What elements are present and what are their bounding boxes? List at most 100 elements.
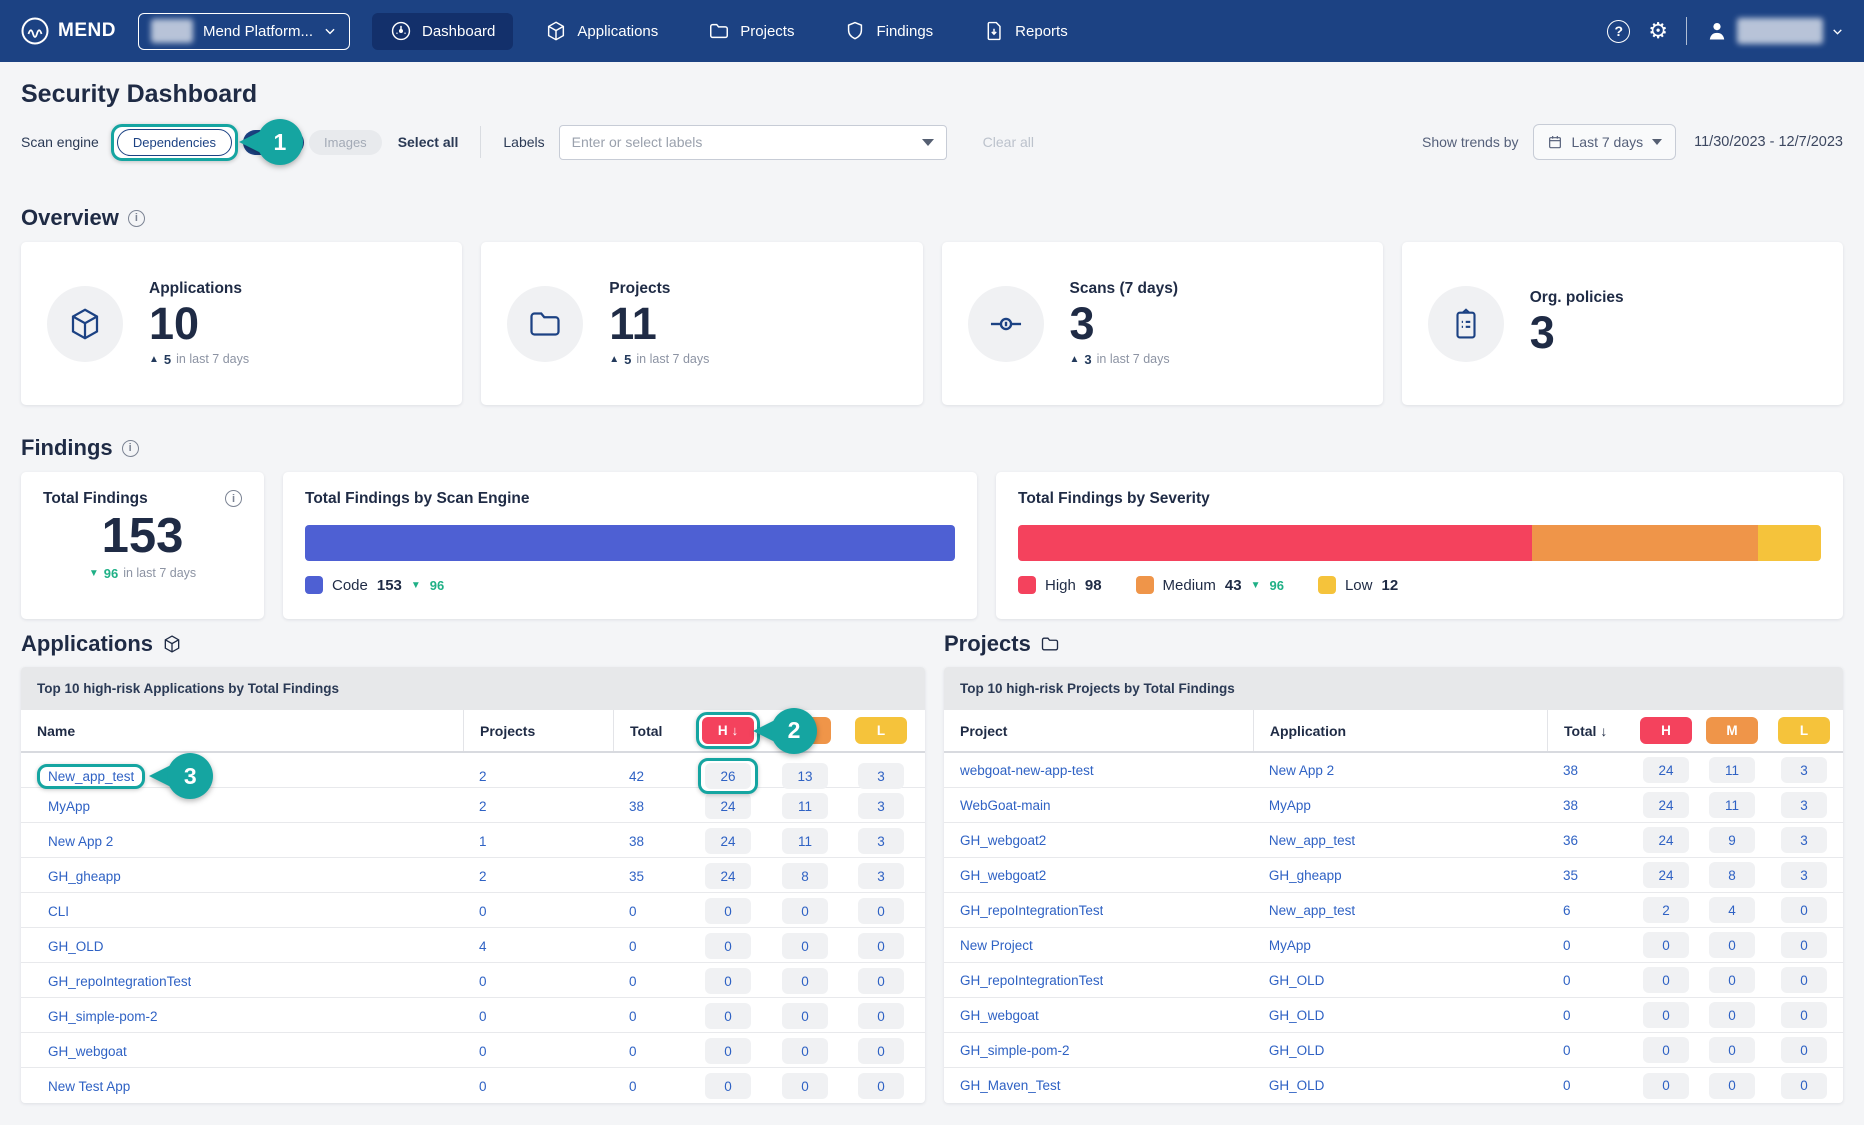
project-link[interactable]: GH_Maven_Test (960, 1078, 1061, 1093)
project-link[interactable]: GH_repoIntegrationTest (960, 903, 1103, 918)
labels-text-field[interactable] (572, 134, 922, 150)
project-name-cell: GH_Maven_Test (944, 1078, 1253, 1093)
engine-bar-segment-code[interactable] (305, 525, 955, 561)
application-link[interactable]: GH_OLD (1269, 973, 1325, 988)
project-link[interactable]: GH_webgoat2 (960, 868, 1046, 883)
low-sort-button[interactable]: L (855, 717, 907, 744)
tab-findings[interactable]: Findings (826, 13, 951, 50)
select-all-link[interactable]: Select all (398, 134, 459, 150)
application-link[interactable]: GH_gheapp (48, 869, 121, 884)
total-findings-value: 153 (43, 510, 242, 564)
clear-all-link[interactable]: Clear all (983, 134, 1034, 150)
high-cell: 0 (1633, 1002, 1699, 1028)
col-header-project[interactable]: Project (944, 710, 1253, 751)
application-cell: New App 2 (1253, 763, 1547, 778)
settings-button[interactable]: ⚙ (1648, 20, 1668, 42)
info-icon[interactable]: i (122, 440, 139, 457)
engine-pill-images[interactable]: Images (309, 130, 382, 155)
col-header-total[interactable]: Total↓ (1547, 710, 1633, 751)
high-cell: 24 (1633, 792, 1699, 818)
project-link[interactable]: GH_repoIntegrationTest (960, 973, 1103, 988)
application-link[interactable]: GH_OLD (1269, 1008, 1325, 1023)
project-link[interactable]: WebGoat-main (960, 798, 1051, 813)
table-row: New Test App 3 0 0 0 0 0 (21, 1068, 925, 1103)
application-link[interactable]: GH_OLD (1269, 1043, 1325, 1058)
table-row: GH_Maven_Test GH_OLD 0 0 0 0 (944, 1068, 1843, 1103)
application-link[interactable]: MyApp (1269, 798, 1311, 813)
dropdown-caret-icon[interactable] (922, 139, 934, 146)
high-sort-button[interactable]: H↓ (702, 717, 754, 744)
application-link[interactable]: New_app_test (1269, 903, 1355, 918)
tab-reports[interactable]: Reports (965, 13, 1086, 50)
date-range-text: 11/30/2023 - 12/7/2023 (1694, 134, 1843, 150)
total-cell: 0 (613, 974, 683, 989)
user-menu[interactable] (1705, 18, 1844, 44)
project-link[interactable]: GH_webgoat2 (960, 833, 1046, 848)
trend-down-icon: ▼ (89, 568, 99, 579)
application-link[interactable]: New App 2 (1269, 763, 1334, 778)
total-findings-card: Total Findings i 153 ▼ 96 in last 7 days (21, 472, 264, 619)
info-icon[interactable]: i (128, 210, 145, 227)
medium-cell: 0 (1699, 1002, 1765, 1028)
application-link[interactable]: GH_webgoat (48, 1044, 127, 1059)
application-link[interactable]: MyApp (1269, 938, 1311, 953)
application-link[interactable]: GH_OLD (1269, 1078, 1325, 1093)
engine-pill-dependencies[interactable]: Dependencies (117, 129, 232, 156)
table-row: GH_webgoat2 New_app_test 36 24 9 3 (944, 823, 1843, 858)
application-link[interactable]: New App 2 (48, 834, 113, 849)
medium-cell: 0 (773, 1038, 837, 1064)
col-header-name[interactable]: Name (21, 710, 463, 751)
application-link[interactable]: GH_simple-pom-2 (48, 1009, 158, 1024)
project-link[interactable]: GH_webgoat (960, 1008, 1039, 1023)
application-link[interactable]: GH_OLD (48, 939, 104, 954)
project-link[interactable]: GH_simple-pom-2 (960, 1043, 1070, 1058)
project-link[interactable]: webgoat-new-app-test (960, 763, 1094, 778)
table-row: New App 2 3 1 38 24 11 3 (21, 823, 925, 858)
annotation-highlight-app-name: CLI (37, 899, 80, 924)
total-cell: 0 (613, 939, 683, 954)
project-link[interactable]: New Project (960, 938, 1033, 953)
col-header-application[interactable]: Application (1253, 710, 1547, 751)
application-link[interactable]: New Test App (48, 1079, 130, 1094)
date-range-dropdown[interactable]: Last 7 days (1533, 124, 1677, 160)
high-sort-button[interactable]: H (1640, 717, 1692, 744)
application-link[interactable]: GH_repoIntegrationTest (48, 974, 191, 989)
high-cell: 0 (1633, 1037, 1699, 1063)
col-header-projects[interactable]: Projects (463, 710, 613, 751)
col-header-total[interactable]: Total (613, 710, 683, 751)
projects-table-body: webgoat-new-app-test New App 2 38 24 11 … (944, 753, 1843, 1103)
annotation-highlight-high-value: 0 (698, 998, 758, 1034)
medium-sort-button[interactable]: M (1706, 717, 1758, 744)
projects-count-cell: 1 (463, 834, 613, 849)
help-button[interactable]: ? (1607, 20, 1630, 43)
application-name-cell: GH_webgoat 3 (21, 1039, 463, 1064)
application-link[interactable]: New_app_test (48, 769, 134, 784)
total-cell: 0 (1547, 973, 1633, 988)
projects-count-cell: 0 (463, 974, 613, 989)
projects-count-cell: 0 (463, 1009, 613, 1024)
low-sort-button[interactable]: L (1778, 717, 1830, 744)
labels-input[interactable] (559, 125, 947, 160)
application-link[interactable]: New_app_test (1269, 833, 1355, 848)
trend-up-icon: ▲ (1070, 354, 1080, 365)
severity-bar-segment-high[interactable] (1018, 525, 1532, 561)
application-link[interactable]: CLI (48, 904, 69, 919)
projects-count-cell: 2 (463, 769, 613, 784)
info-icon[interactable]: i (225, 490, 242, 507)
total-cell: 0 (613, 1079, 683, 1094)
tab-projects[interactable]: Projects (690, 13, 812, 50)
annotation-highlight-app-name: New Test App (37, 1074, 141, 1099)
tab-dashboard[interactable]: Dashboard (372, 13, 513, 50)
platform-selector[interactable]: Mend Platform... (138, 13, 350, 50)
application-link[interactable]: GH_gheapp (1269, 868, 1342, 883)
severity-bar-segment-low[interactable] (1758, 525, 1821, 561)
nav-divider (1686, 17, 1687, 45)
findings-section-header: Findings i (21, 435, 1843, 461)
application-link[interactable]: MyApp (48, 799, 90, 814)
medium-cell: 0 (1699, 932, 1765, 958)
medium-cell: 11 (1699, 757, 1765, 783)
severity-bar-segment-medium[interactable] (1532, 525, 1758, 561)
col-header-high: H (1633, 710, 1699, 751)
high-cell: 0 (683, 1068, 773, 1104)
tab-applications[interactable]: Applications (527, 13, 676, 50)
